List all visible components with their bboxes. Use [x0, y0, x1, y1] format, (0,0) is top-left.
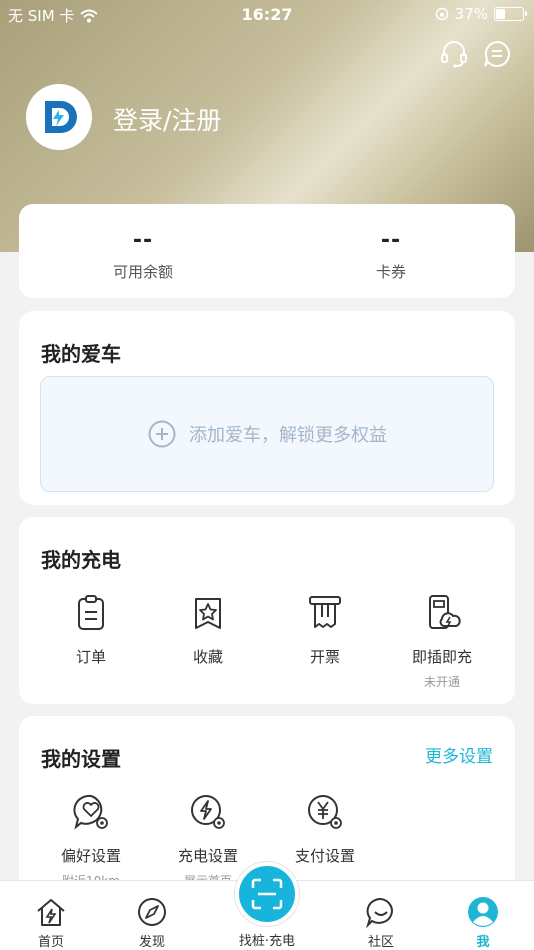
login-register-link[interactable]: 登录/注册	[113, 101, 221, 137]
order-button[interactable]: 订单	[29, 593, 153, 667]
balance-value: --	[132, 228, 154, 253]
plug-charge-button[interactable]: 即插即充 未开通	[380, 593, 504, 690]
plug-charge-icon	[429, 595, 461, 629]
tab-home-label: 首页	[37, 935, 64, 950]
invoice-icon	[309, 596, 341, 628]
headset-icon[interactable]	[438, 38, 470, 70]
balance-label: 可用余额	[112, 263, 173, 281]
profile-icon	[468, 897, 498, 927]
order-label: 订单	[75, 648, 106, 666]
my-settings-title: 我的设置	[41, 747, 121, 771]
plus-circle-icon	[148, 420, 176, 448]
payment-settings-button[interactable]: 支付设置	[263, 792, 387, 866]
message-icon[interactable]	[481, 38, 513, 70]
tab-me-label: 我	[476, 935, 490, 950]
my-car-card: 我的爱车 添加爱车，解锁更多权益	[19, 311, 515, 505]
battery-percent: 37%	[454, 5, 488, 23]
battery-icon	[494, 7, 527, 21]
brand-logo-icon	[45, 101, 77, 133]
preference-settings-icon	[73, 794, 108, 830]
payment-settings-icon	[308, 795, 342, 829]
orientation-lock-icon	[435, 7, 448, 21]
scan-charge-button[interactable]	[235, 862, 299, 926]
add-car-text: 添加爱车，解锁更多权益	[189, 425, 387, 446]
plug-charge-label: 即插即充	[411, 648, 472, 666]
invoice-button[interactable]: 开票	[263, 593, 387, 667]
chat-bubble-icon	[365, 897, 393, 929]
scan-icon	[251, 878, 283, 910]
tab-community-label: 社区	[367, 935, 394, 950]
compass-icon	[138, 898, 166, 926]
favorite-icon	[195, 598, 221, 629]
home-icon	[37, 899, 65, 926]
charging-settings-label: 充电设置	[177, 847, 238, 865]
my-charging-card: 我的充电 订单 收藏 开票 即插即充 未开通	[19, 517, 515, 704]
add-car-button[interactable]: 添加爱车，解锁更多权益	[40, 376, 494, 492]
balance-card: -- 可用余额 -- 卡券	[19, 204, 515, 298]
tab-me[interactable]: 我	[433, 881, 533, 950]
coupon-item[interactable]: -- 卡券	[267, 204, 515, 282]
tab-community[interactable]: 社区	[331, 881, 431, 950]
avatar[interactable]	[26, 84, 92, 150]
preference-settings-button[interactable]: 偏好设置 附近10km	[29, 792, 153, 889]
tab-home[interactable]: 首页	[1, 881, 101, 950]
coupon-value: --	[380, 228, 402, 253]
tab-discover[interactable]: 发现	[102, 881, 202, 950]
tab-discover-label: 发现	[138, 935, 165, 950]
favorite-button[interactable]: 收藏	[146, 593, 270, 667]
charging-settings-icon	[191, 795, 225, 829]
coupon-label: 卡券	[375, 263, 406, 281]
payment-settings-label: 支付设置	[294, 847, 355, 865]
plug-charge-status: 未开通	[423, 675, 460, 689]
preference-settings-label: 偏好设置	[60, 847, 121, 865]
scan-charge-label: 找桩·充电	[238, 934, 296, 949]
more-settings-link[interactable]: 更多设置	[425, 742, 493, 767]
status-bar: 无 SIM 卡 16:27 37%	[0, 0, 534, 28]
my-charging-title: 我的充电	[41, 548, 121, 572]
invoice-label: 开票	[309, 648, 340, 666]
my-car-title: 我的爱车	[41, 342, 121, 366]
order-icon	[78, 595, 104, 630]
balance-item[interactable]: -- 可用余额	[19, 204, 267, 282]
favorite-label: 收藏	[192, 648, 223, 666]
